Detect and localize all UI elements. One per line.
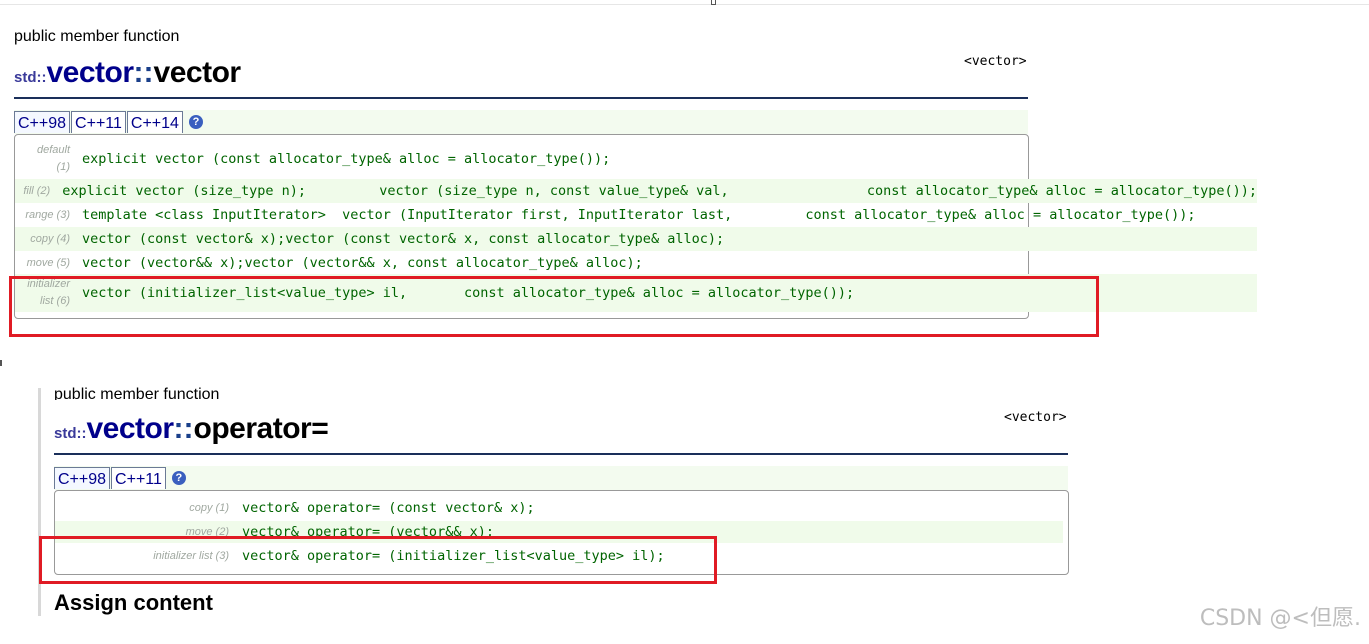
row-label: default (1) <box>36 144 70 173</box>
tab-cpp11[interactable]: C++11 <box>71 111 126 133</box>
row-code: explicit vector (size_type n); vector (s… <box>62 183 1257 199</box>
header-divider <box>54 453 1068 455</box>
row-label: range (3) <box>25 208 70 221</box>
type-label: public member function <box>14 28 180 45</box>
section-heading: Assign content <box>54 590 213 615</box>
top-border <box>0 4 1369 5</box>
title-namespace: std:: <box>14 69 47 86</box>
left-marker <box>0 360 2 366</box>
title-separator: :: <box>133 56 154 89</box>
tab-strip <box>54 466 1068 490</box>
row-code: vector (const vector& x);vector (const v… <box>82 231 725 247</box>
row-label: fill (2) <box>23 184 51 197</box>
tab-cpp11[interactable]: C++11 <box>111 467 166 489</box>
title-namespace: std:: <box>54 425 87 442</box>
row-code: vector (vector&& x);vector (vector&& x, … <box>82 255 643 271</box>
tab-cpp98[interactable]: C++98 <box>54 467 111 489</box>
syntax-row: range (3) template <class InputIterator>… <box>15 203 1257 227</box>
syntax-row: copy (1) vector& operator= (const vector… <box>55 497 1067 519</box>
highlight-box <box>9 276 1099 337</box>
title-class[interactable]: vector <box>47 56 135 89</box>
header-divider <box>14 97 1028 99</box>
watermark: CSDN @<但愿. <box>1199 606 1361 631</box>
help-icon[interactable]: ? <box>188 115 203 129</box>
version-tabs: C++98 C++11 ? <box>54 467 186 489</box>
title-function: vector <box>153 56 242 89</box>
syntax-row: fill (2) explicit vector (size_type n); … <box>15 179 1257 203</box>
row-code: template <class InputIterator> vector (I… <box>82 207 1196 223</box>
version-tabs: C++98 C++11 C++14 ? <box>14 111 203 133</box>
title-separator: :: <box>173 412 194 445</box>
header-tag[interactable]: <vector> <box>1004 410 1067 425</box>
syntax-row: move (5) vector (vector&& x);vector (vec… <box>15 251 1027 275</box>
tab-cpp98[interactable]: C++98 <box>14 111 71 133</box>
row-code: vector& operator= (const vector& x); <box>242 500 535 516</box>
row-code: explicit vector (const allocator_type& a… <box>82 151 611 167</box>
title-function: operator= <box>193 412 329 445</box>
row-label: copy (1) <box>189 501 229 514</box>
row-label: move (5) <box>26 256 70 269</box>
row-label: copy (4) <box>30 232 70 245</box>
page-title: std::vector::operator= <box>54 412 329 446</box>
header-tag[interactable]: <vector> <box>964 54 1027 69</box>
type-label: public member function <box>54 386 220 400</box>
tab-cpp14[interactable]: C++14 <box>126 111 183 133</box>
highlight-box <box>39 536 717 584</box>
help-icon[interactable]: ? <box>171 471 186 485</box>
syntax-row: default (1) explicit vector (const alloc… <box>15 142 1027 176</box>
title-class[interactable]: vector <box>87 412 175 445</box>
page-title: std::vector::vector <box>14 56 241 90</box>
scroll-marker <box>711 0 716 5</box>
syntax-row: copy (4) vector (const vector& x);vector… <box>15 227 1257 251</box>
